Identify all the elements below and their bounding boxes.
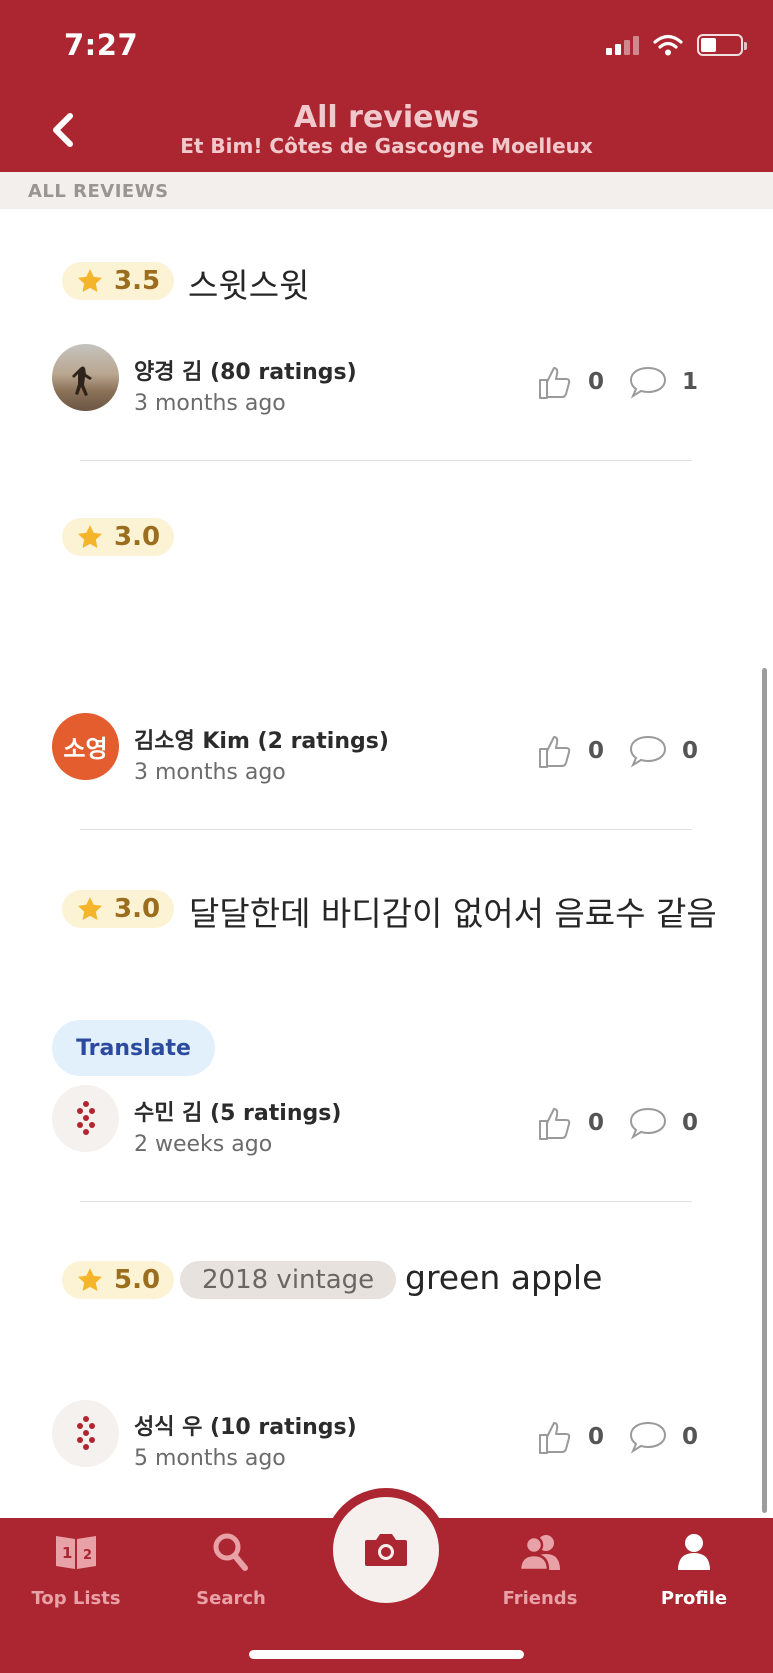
tab-search[interactable]: Search bbox=[161, 1528, 301, 1609]
wifi-icon bbox=[653, 34, 683, 56]
camera-icon bbox=[365, 1534, 407, 1566]
avatar[interactable]: 소영 bbox=[52, 713, 119, 780]
profile-icon bbox=[678, 1534, 710, 1570]
translate-button[interactable]: Translate bbox=[52, 1020, 215, 1076]
like-count: 0 bbox=[588, 1424, 605, 1450]
avatar[interactable] bbox=[52, 1400, 119, 1467]
top-lists-icon: 1 2 bbox=[56, 1536, 96, 1569]
comment-button[interactable]: 0 bbox=[628, 1419, 698, 1455]
tab-label: Friends bbox=[502, 1588, 578, 1609]
like-button[interactable]: 0 bbox=[534, 1417, 604, 1457]
comment-bubble-icon bbox=[629, 366, 667, 399]
star-icon bbox=[77, 897, 103, 920]
divider bbox=[80, 460, 692, 461]
reviewer-name[interactable]: 양경 김 (80 ratings) bbox=[134, 354, 357, 386]
camera-button[interactable] bbox=[333, 1497, 439, 1603]
thumbs-up-icon bbox=[539, 1108, 571, 1140]
comment-count: 1 bbox=[682, 369, 699, 395]
like-count: 0 bbox=[588, 369, 605, 395]
rating-value: 3.0 bbox=[114, 894, 161, 924]
grape-cluster-icon bbox=[76, 1415, 95, 1450]
rating-value: 5.0 bbox=[114, 1265, 161, 1295]
reviewer-name[interactable]: 김소영 Kim (2 ratings) bbox=[134, 723, 389, 755]
friends-icon bbox=[518, 1535, 560, 1572]
review-time: 3 months ago bbox=[134, 760, 286, 785]
section-label: ALL REVIEWS bbox=[28, 181, 169, 202]
search-icon bbox=[213, 1533, 248, 1571]
like-button[interactable]: 0 bbox=[534, 362, 604, 402]
review-time: 3 months ago bbox=[134, 391, 286, 416]
rating-badge: 3.0 bbox=[62, 890, 175, 928]
comment-button[interactable]: 0 bbox=[628, 1105, 698, 1141]
like-count: 0 bbox=[588, 1110, 605, 1136]
tab-friends[interactable]: Friends bbox=[470, 1528, 610, 1609]
reviewer-name[interactable]: 성식 우 (10 ratings) bbox=[134, 1409, 357, 1441]
status-icons bbox=[606, 34, 747, 56]
tab-profile[interactable]: Profile bbox=[624, 1528, 764, 1609]
status-time: 7:27 bbox=[64, 28, 139, 62]
star-icon bbox=[77, 1268, 103, 1291]
rating-value: 3.5 bbox=[114, 266, 161, 296]
rating-badge: 3.5 bbox=[62, 262, 175, 300]
star-icon bbox=[77, 525, 103, 548]
thumbs-up-icon bbox=[539, 1422, 571, 1454]
tab-top-lists[interactable]: 1 2 Top Lists bbox=[6, 1528, 146, 1609]
battery-icon bbox=[697, 34, 747, 56]
app-header: 7:27 All reviews Et Bim! Côtes de Gascog… bbox=[0, 0, 773, 172]
page-title: All reviews bbox=[293, 100, 480, 135]
page-subtitle: Et Bim! Côtes de Gascogne Moelleux bbox=[180, 134, 593, 158]
review-time: 5 months ago bbox=[134, 1446, 286, 1471]
avatar[interactable] bbox=[52, 344, 119, 411]
like-count: 0 bbox=[588, 738, 605, 764]
scrollbar[interactable] bbox=[762, 668, 767, 1513]
review-text: 스윗스윗 bbox=[188, 266, 310, 305]
star-icon bbox=[77, 269, 103, 292]
svg-text:2: 2 bbox=[83, 1548, 92, 1563]
rating-value: 3.0 bbox=[114, 522, 161, 552]
grape-cluster-icon bbox=[76, 1100, 95, 1135]
person-silhouette-icon bbox=[72, 366, 92, 396]
thumbs-up-icon bbox=[539, 736, 571, 768]
review-text: green apple bbox=[405, 1258, 603, 1297]
cellular-signal-icon bbox=[606, 35, 639, 55]
svg-text:1: 1 bbox=[62, 1544, 72, 1562]
divider bbox=[80, 829, 692, 830]
section-header: ALL REVIEWS bbox=[0, 172, 773, 209]
comment-bubble-icon bbox=[629, 1107, 667, 1140]
comment-bubble-icon bbox=[629, 735, 667, 768]
comment-button[interactable]: 0 bbox=[628, 733, 698, 769]
comment-button[interactable]: 1 bbox=[628, 364, 698, 400]
rating-badge: 3.0 bbox=[62, 518, 175, 556]
comment-count: 0 bbox=[682, 1110, 699, 1136]
tab-label: Top Lists bbox=[31, 1588, 121, 1609]
tab-label: Search bbox=[196, 1588, 266, 1609]
comment-count: 0 bbox=[682, 1424, 699, 1450]
avatar[interactable] bbox=[52, 1085, 119, 1152]
rating-badge: 5.0 bbox=[62, 1261, 175, 1299]
thumbs-up-icon bbox=[539, 367, 571, 399]
comment-count: 0 bbox=[682, 738, 699, 764]
review-time: 2 weeks ago bbox=[134, 1132, 273, 1157]
home-indicator[interactable] bbox=[249, 1650, 524, 1659]
tab-label: Profile bbox=[660, 1588, 728, 1609]
review-text: 달달한데 바디감이 없어서 음료수 같음 bbox=[189, 894, 717, 933]
comment-bubble-icon bbox=[629, 1421, 667, 1454]
like-button[interactable]: 0 bbox=[534, 731, 604, 771]
vintage-badge: 2018 vintage bbox=[180, 1261, 397, 1299]
reviewer-name[interactable]: 수민 김 (5 ratings) bbox=[134, 1095, 341, 1127]
divider bbox=[80, 1201, 692, 1202]
like-button[interactable]: 0 bbox=[534, 1103, 604, 1143]
